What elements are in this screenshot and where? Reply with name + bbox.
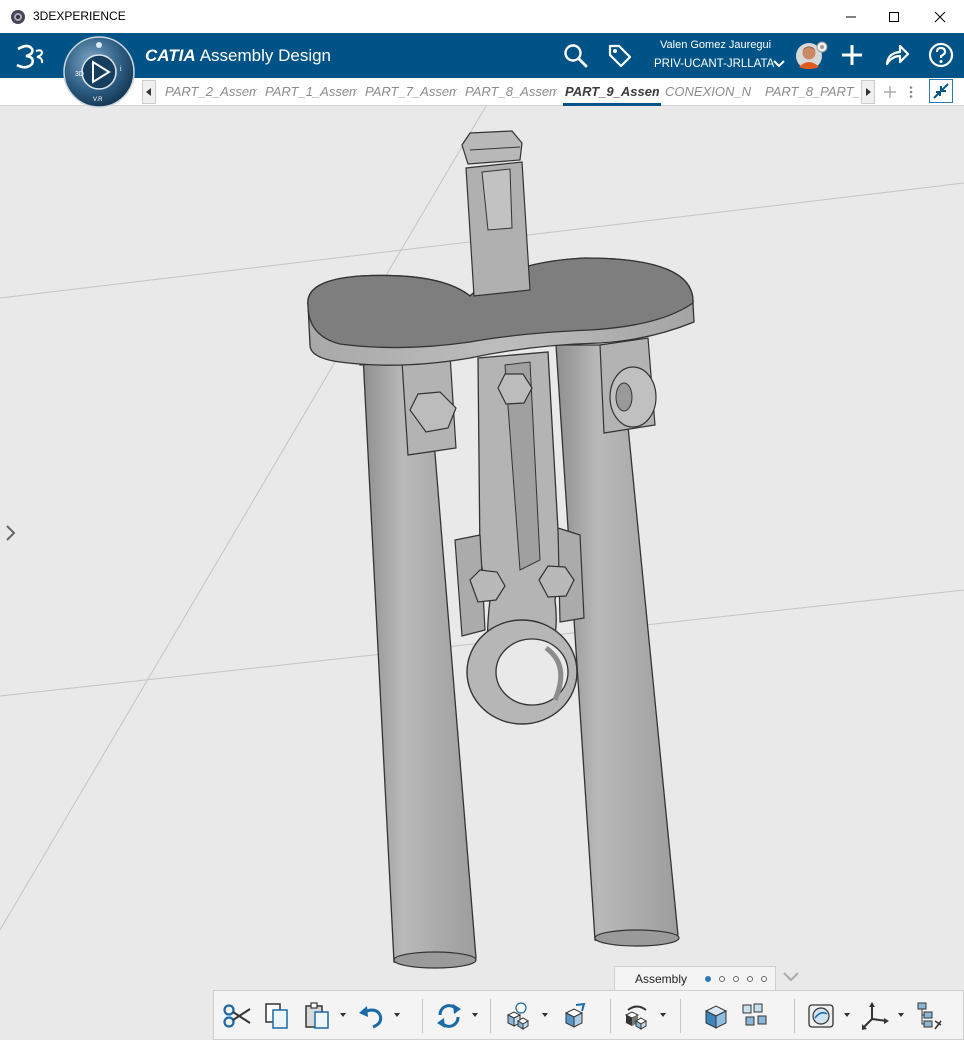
- copy-icon[interactable]: [262, 1001, 292, 1031]
- separator: [794, 999, 795, 1033]
- paste-icon[interactable]: [302, 1001, 332, 1031]
- tenant-selector[interactable]: PRIV-UCANT-JRLLATA: [654, 58, 774, 70]
- undo-icon[interactable]: [356, 1001, 386, 1031]
- collapse-icon[interactable]: [929, 79, 953, 103]
- tab-part-9[interactable]: PART_9_Assem: [565, 84, 659, 99]
- chevron-right-icon: [866, 88, 871, 96]
- separator: [610, 999, 611, 1033]
- tag-icon[interactable]: [606, 42, 634, 70]
- section-tabs[interactable]: Assembly: [614, 966, 776, 990]
- 3dexperience-app-icon: [11, 10, 25, 24]
- update-dropdown-icon[interactable]: [471, 1011, 479, 1019]
- section-page-dot-4[interactable]: [747, 976, 753, 982]
- action-bar: [213, 990, 964, 1040]
- view-icon[interactable]: [806, 1001, 836, 1031]
- more-vertical-icon[interactable]: [906, 85, 916, 99]
- robot-axis-icon[interactable]: [860, 1001, 890, 1031]
- minimize-icon: [846, 16, 856, 17]
- search-icon[interactable]: [563, 43, 589, 69]
- window-titlebar: 3DEXPERIENCE: [0, 0, 964, 33]
- compass-3d-label: 3D: [75, 71, 84, 78]
- tab-scroll-right-button[interactable]: [861, 80, 875, 104]
- close-button[interactable]: [917, 0, 963, 33]
- document-tabbar: PART_2_Assem PART_1_Assem PART_7_Assem P…: [0, 78, 964, 106]
- close-icon: [934, 11, 946, 22]
- help-icon[interactable]: [928, 42, 954, 68]
- separator: [422, 999, 423, 1033]
- window-title: 3DEXPERIENCE: [33, 9, 126, 23]
- tree-icon[interactable]: [914, 1001, 944, 1031]
- tab-part-1[interactable]: PART_1_Assem: [265, 84, 357, 99]
- section-page-dot-5[interactable]: [761, 976, 767, 982]
- update-icon[interactable]: [434, 1001, 464, 1031]
- action-bar-collapse-icon[interactable]: [782, 970, 800, 984]
- undo-dropdown-icon[interactable]: [393, 1011, 401, 1019]
- 3ds-logo-icon[interactable]: [14, 41, 46, 71]
- explode-icon[interactable]: [740, 1001, 770, 1031]
- 3d-viewport[interactable]: [0, 106, 964, 1040]
- insert-product-icon[interactable]: [504, 1001, 534, 1031]
- paste-dropdown-icon[interactable]: [339, 1011, 347, 1019]
- section-page-dot-1[interactable]: [705, 976, 711, 982]
- compass-vr-label: V.R: [93, 97, 103, 103]
- chevron-down-icon[interactable]: [773, 60, 785, 68]
- tab-part-8[interactable]: PART_8_Assem: [465, 84, 557, 99]
- insert-product-dropdown-icon[interactable]: [541, 1011, 549, 1019]
- app-title: CATIA Assembly Design: [145, 46, 331, 66]
- maximize-button[interactable]: [871, 0, 917, 33]
- brand-name: CATIA: [145, 46, 196, 65]
- minimize-button[interactable]: [828, 0, 874, 33]
- engineering-connection-icon[interactable]: [622, 1001, 652, 1031]
- separator: [490, 999, 491, 1033]
- robot-axis-dropdown-icon[interactable]: [897, 1011, 905, 1019]
- tab-part-8-part-7[interactable]: PART_8_PART_7: [765, 84, 859, 99]
- separator: [680, 999, 681, 1033]
- compass-widget[interactable]: 3D V.R i: [62, 35, 136, 109]
- section-page-dot-3[interactable]: [733, 976, 739, 982]
- fix-icon[interactable]: [700, 1001, 730, 1031]
- cut-icon[interactable]: [222, 1001, 252, 1031]
- user-name[interactable]: Valen Gomez Jauregui: [660, 39, 771, 51]
- module-name: Assembly Design: [199, 46, 332, 65]
- tab-conexion[interactable]: CONEXION_N: [665, 84, 755, 99]
- app-topbar: CATIA Assembly Design Valen Gomez Jauregu…: [0, 33, 964, 78]
- share-icon[interactable]: [883, 42, 911, 68]
- app-window: 3DEXPERIENCE CATIA Assembly Design Valen …: [0, 0, 964, 1040]
- section-page-dot-2[interactable]: [719, 976, 725, 982]
- tab-part-7[interactable]: PART_7_Assem: [365, 84, 457, 99]
- assembly-model[interactable]: [0, 106, 964, 1040]
- tab-part-2[interactable]: PART_2_Assem: [165, 84, 257, 99]
- view-dropdown-icon[interactable]: [843, 1011, 851, 1019]
- avatar[interactable]: [795, 40, 829, 72]
- section-label: Assembly: [635, 972, 688, 986]
- tab-scroll-left-button[interactable]: [142, 80, 156, 104]
- engineering-connection-dropdown-icon[interactable]: [659, 1011, 667, 1019]
- side-panel-toggle-icon[interactable]: [3, 524, 17, 542]
- maximize-icon: [889, 11, 899, 22]
- chevron-left-icon: [146, 88, 151, 96]
- new-tab-icon[interactable]: [883, 85, 897, 99]
- add-icon[interactable]: [840, 43, 864, 67]
- new-component-icon[interactable]: [558, 1001, 588, 1031]
